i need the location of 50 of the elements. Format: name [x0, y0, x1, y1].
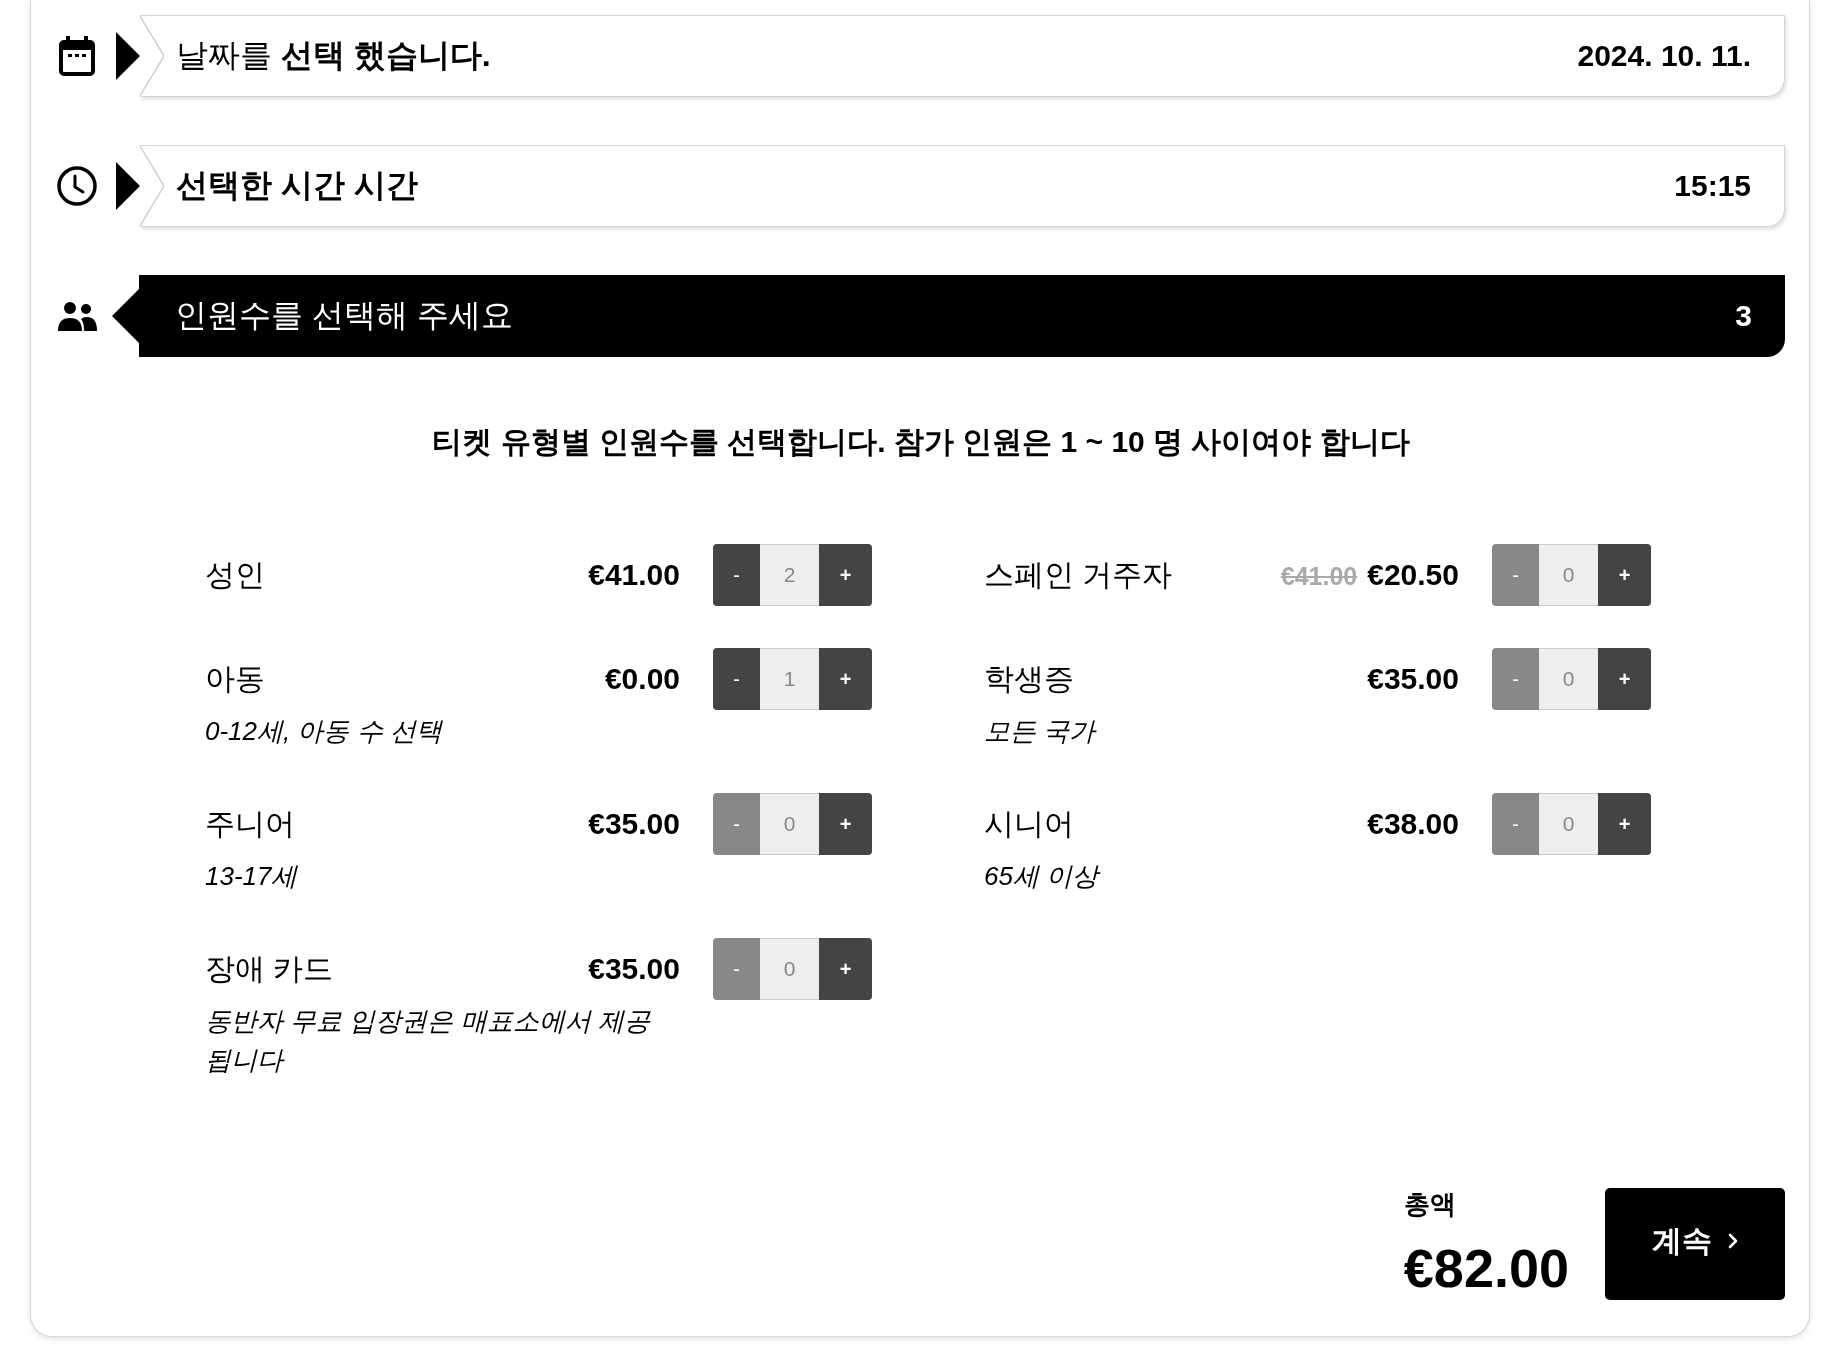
step-title: 선택한 시간 시간: [176, 166, 418, 205]
continue-button[interactable]: 계속: [1605, 1188, 1785, 1300]
increase-button[interactable]: +: [819, 648, 872, 710]
step-banner[interactable]: 날짜를 선택 했습니다. 2024. 10. 11.: [140, 15, 1785, 97]
people-icon: [57, 301, 97, 331]
instruction-text: 티켓 유형별 인원수를 선택합니다. 참가 인원은 1 ~ 10 명 사이여야 합니다: [432, 425, 1410, 458]
increase-button[interactable]: +: [819, 544, 872, 606]
ticket-name: 스페인 거주자: [984, 556, 1173, 593]
chevron-notch-icon: [140, 146, 164, 226]
increase-button[interactable]: +: [819, 793, 872, 855]
step-value: 15:15: [1674, 169, 1751, 203]
ticket-name: 시니어: [984, 805, 1074, 842]
ticket-price: €35.00: [1367, 662, 1459, 696]
step-title: 인원수를 선택해 주세요: [175, 296, 513, 335]
ticket-name: 성인: [205, 556, 265, 593]
pointer-triangle-icon: [116, 162, 140, 210]
ticket-price: €35.00: [588, 952, 680, 986]
ticket-description: 동반자 무료 입장권은 매표소에서 제공됩니다: [205, 1005, 652, 1077]
ticket-description: 모든 국가: [984, 715, 1096, 748]
step-banner[interactable]: 인원수를 선택해 주세요 3: [112, 275, 1785, 357]
ticket-description: 0-12세, 아동 수 선택: [205, 715, 442, 748]
ticket-name: 학생증: [984, 660, 1074, 697]
ticket-description: 65세 이상: [984, 860, 1099, 893]
increase-button[interactable]: +: [1598, 793, 1651, 855]
ticket-name: 아동: [205, 660, 265, 697]
step-title: 날짜를 선택 했습니다.: [176, 36, 491, 75]
decrease-button[interactable]: -: [713, 648, 760, 710]
decrease-button[interactable]: -: [713, 544, 760, 606]
ticket-price: €38.00: [1367, 807, 1459, 841]
chevron-right-icon: [1728, 1233, 1738, 1249]
increase-button[interactable]: +: [1598, 544, 1651, 606]
original-price: €41.00: [1280, 562, 1358, 591]
pointer-triangle-icon: [116, 32, 140, 80]
ticket-name: 장애 카드: [205, 950, 334, 987]
total-label: 총액: [1403, 1188, 1456, 1220]
increase-button[interactable]: +: [1598, 648, 1651, 710]
total-amount: €82.00: [1403, 1237, 1569, 1300]
step-value: 3: [1735, 299, 1752, 333]
calendar-icon: [59, 36, 95, 76]
ticket-name: 주니어: [205, 805, 295, 842]
chevron-notch-icon: [140, 16, 164, 96]
ticket-price: €35.00: [588, 807, 680, 841]
clock-icon: [57, 166, 97, 206]
ticket-price: €20.50: [1367, 558, 1459, 592]
ticket-price: €0.00: [604, 662, 680, 696]
step-value: 2024. 10. 11.: [1577, 39, 1751, 73]
ticket-price: €41.00: [588, 558, 680, 592]
step-banner[interactable]: 선택한 시간 시간 15:15: [140, 145, 1785, 227]
increase-button[interactable]: +: [819, 938, 872, 1000]
ticket-description: 13-17세: [205, 860, 298, 893]
